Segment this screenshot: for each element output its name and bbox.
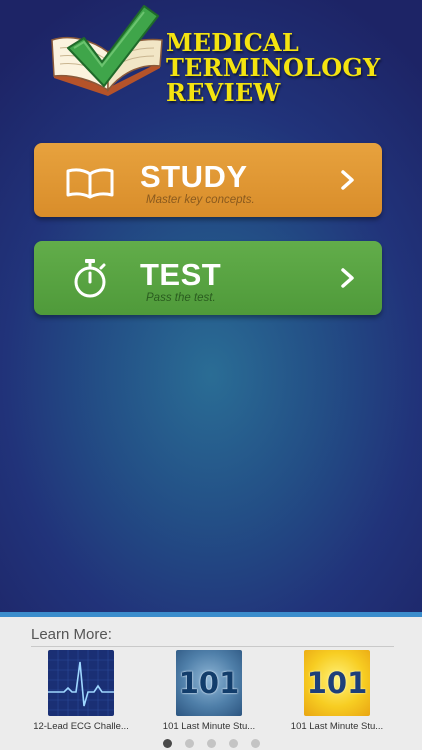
test-title: TEST [140, 257, 222, 292]
logo-line-1: MEDICAL [166, 28, 299, 57]
app-icon-text: 101 [306, 666, 368, 700]
app-label: 12-Lead ECG Challe... [33, 721, 129, 732]
page-dot[interactable] [162, 739, 172, 748]
book-checkmark-icon [51, 5, 163, 96]
learn-more-panel: Learn More: 12-Lead ECG Challe... 101 10… [0, 612, 422, 750]
divider [31, 646, 394, 647]
app-101-yellow-icon: 101 [304, 650, 370, 716]
app-promo-101-blue[interactable]: 101 101 Last Minute Stu... [154, 650, 264, 732]
study-subtitle: Master key concepts. [146, 194, 255, 206]
open-book-icon [66, 168, 114, 199]
chevron-right-icon [341, 268, 354, 288]
logo-line-2: TERMINOLOGY [166, 53, 381, 82]
page-dot[interactable] [228, 739, 238, 748]
app-icon-text: 101 [178, 666, 240, 700]
learn-more-title: Learn More: [31, 626, 112, 643]
study-button[interactable]: STUDY Master key concepts. [34, 143, 382, 217]
app-promo-101-yellow[interactable]: 101 101 Last Minute Stu... [282, 650, 392, 732]
page-dot[interactable] [206, 739, 216, 748]
app-label: 101 Last Minute Stu... [162, 721, 256, 732]
logo-title: MEDICAL TERMINOLOGY REVIEW [166, 30, 380, 105]
logo-line-3: REVIEW [166, 78, 281, 107]
app-101-blue-icon: 101 [176, 650, 242, 716]
stopwatch-icon [74, 259, 106, 298]
test-button[interactable]: TEST Pass the test. [34, 241, 382, 315]
study-title: STUDY [140, 159, 248, 194]
app-promo-ecg[interactable]: 12-Lead ECG Challe... [26, 650, 136, 732]
page-indicator[interactable] [0, 739, 422, 748]
test-subtitle: Pass the test. [146, 292, 216, 304]
chevron-right-icon [341, 170, 354, 190]
page-dot[interactable] [184, 739, 194, 748]
page-dot[interactable] [250, 739, 260, 748]
app-label: 101 Last Minute Stu... [290, 721, 384, 732]
ecg-icon [48, 650, 114, 716]
app-logo: MEDICAL TERMINOLOGY REVIEW [48, 4, 388, 108]
